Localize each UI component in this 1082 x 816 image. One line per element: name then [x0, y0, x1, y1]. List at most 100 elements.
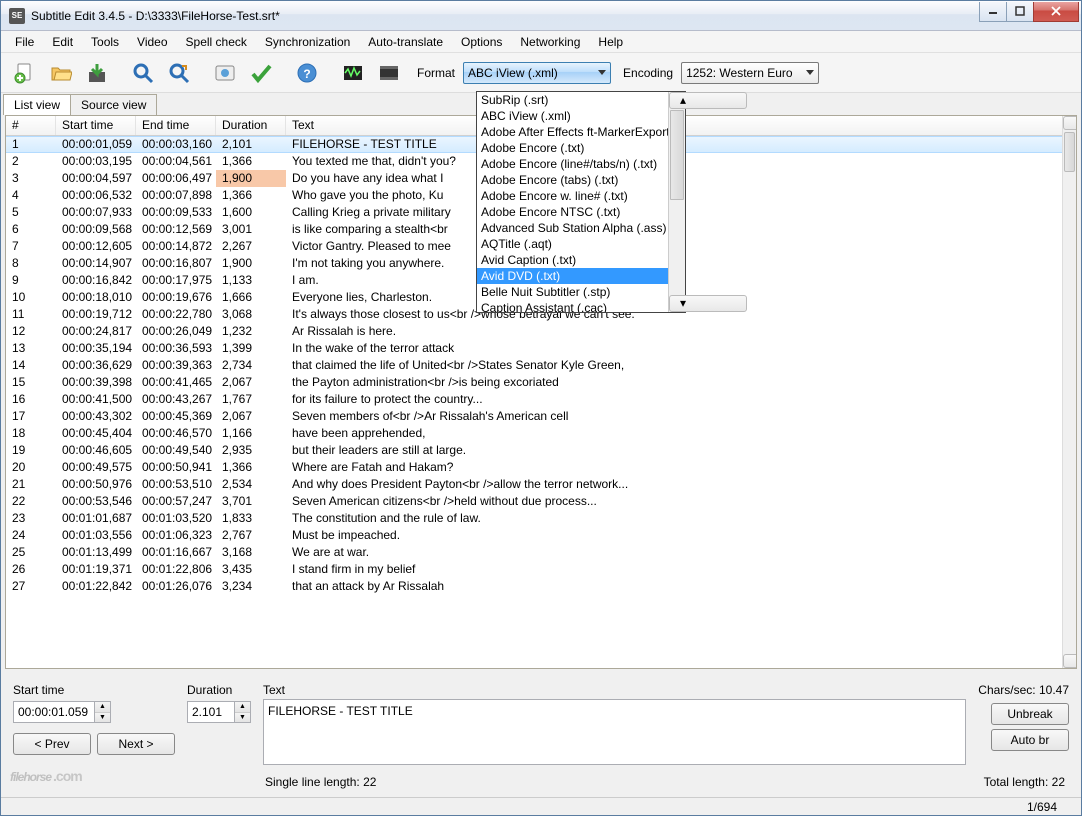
tab-list-view[interactable]: List view	[3, 94, 71, 115]
table-row[interactable]: 1600:00:41,50000:00:43,2671,767for its f…	[6, 391, 1062, 408]
format-option[interactable]: Adobe Encore NTSC (.txt)	[477, 204, 668, 220]
scroll-up-button[interactable]: ▴	[1063, 116, 1076, 130]
format-option[interactable]: Adobe After Effects ft-MarkerExporter (.	[477, 124, 668, 140]
table-row[interactable]: 2700:01:22,84200:01:26,0763,234that an a…	[6, 578, 1062, 595]
replace-button[interactable]	[163, 57, 195, 89]
format-option[interactable]: Adobe Encore (tabs) (.txt)	[477, 172, 668, 188]
window-title: Subtitle Edit 3.4.5 - D:\3333\FileHorse-…	[31, 9, 980, 23]
waveform-button[interactable]	[337, 57, 369, 89]
next-button[interactable]: Next >	[97, 733, 175, 755]
menu-tools[interactable]: Tools	[83, 33, 127, 51]
autobr-button[interactable]: Auto br	[991, 729, 1069, 751]
menu-spell-check[interactable]: Spell check	[178, 33, 255, 51]
format-option[interactable]: Caption Assistant (.cac)	[477, 300, 668, 312]
statusbar: 1/694	[1, 797, 1081, 815]
editor-panel: Start time ▲▼ < Prev Next > Duration ▲▼	[9, 677, 1073, 797]
encoding-label: Encoding	[623, 66, 673, 80]
maximize-button[interactable]	[1006, 2, 1034, 22]
menu-networking[interactable]: Networking	[512, 33, 588, 51]
page-indicator: 1/694	[1027, 800, 1057, 814]
prev-button[interactable]: < Prev	[13, 733, 91, 755]
table-row[interactable]: 2300:01:01,68700:01:03,5201,833The const…	[6, 510, 1062, 527]
chevron-down-icon	[806, 70, 814, 75]
duration-input[interactable]: ▲▼	[187, 701, 251, 723]
menu-file[interactable]: File	[7, 33, 42, 51]
dropdown-scroll-thumb[interactable]	[670, 110, 684, 200]
unbreak-button[interactable]: Unbreak	[991, 703, 1069, 725]
total-length: Total length: 22	[984, 775, 1065, 789]
table-row[interactable]: 1500:00:39,39800:00:41,4652,067the Payto…	[6, 374, 1062, 391]
table-row[interactable]: 1400:00:36,62900:00:39,3632,734that clai…	[6, 357, 1062, 374]
new-file-button[interactable]	[9, 57, 41, 89]
format-combo-value: ABC iView (.xml)	[468, 66, 594, 80]
format-option[interactable]: Adobe Encore (.txt)	[477, 140, 668, 156]
col-end[interactable]: End time	[136, 116, 216, 135]
menu-auto-translate[interactable]: Auto-translate	[360, 33, 451, 51]
start-time-field[interactable]	[13, 701, 95, 723]
scroll-down-button[interactable]: ▾	[1063, 654, 1076, 668]
dropdown-scroll-up[interactable]: ▴	[669, 92, 747, 109]
start-time-input[interactable]: ▲▼	[13, 701, 175, 723]
duration-spinner[interactable]: ▲▼	[235, 701, 251, 723]
grid-scrollbar[interactable]: ▴ ▾	[1062, 116, 1076, 668]
col-number[interactable]: #	[6, 116, 56, 135]
format-option[interactable]: Avid Caption (.txt)	[477, 252, 668, 268]
table-row[interactable]: 1700:00:43,30200:00:45,3692,067Seven mem…	[6, 408, 1062, 425]
start-time-label: Start time	[13, 683, 175, 697]
svg-text:?: ?	[303, 67, 310, 81]
minimize-button[interactable]	[979, 2, 1007, 22]
table-row[interactable]: 2400:01:03,55600:01:06,3232,767Must be i…	[6, 527, 1062, 544]
menu-edit[interactable]: Edit	[44, 33, 81, 51]
table-row[interactable]: 1800:00:45,40400:00:46,5701,166have been…	[6, 425, 1062, 442]
table-row[interactable]: 2600:01:19,37100:01:22,8063,435I stand f…	[6, 561, 1062, 578]
visual-sync-button[interactable]	[209, 57, 241, 89]
text-label: Text	[263, 683, 966, 697]
encoding-combo[interactable]: 1252: Western Euro	[681, 62, 819, 84]
format-option[interactable]: SubRip (.srt)	[477, 92, 668, 108]
start-time-spinner[interactable]: ▲▼	[95, 701, 111, 723]
dropdown-scrollbar[interactable]: ▴ ▾	[668, 92, 685, 312]
col-start[interactable]: Start time	[56, 116, 136, 135]
dropdown-scroll-down[interactable]: ▾	[669, 295, 747, 312]
format-label: Format	[417, 66, 455, 80]
spellcheck-button[interactable]	[245, 57, 277, 89]
table-row[interactable]: 1300:00:35,19400:00:36,5931,399In the wa…	[6, 340, 1062, 357]
chars-per-sec: Chars/sec: 10.47	[978, 683, 1069, 697]
menu-synchronization[interactable]: Synchronization	[257, 33, 358, 51]
col-duration[interactable]: Duration	[216, 116, 286, 135]
save-button[interactable]	[81, 57, 113, 89]
tab-source-view[interactable]: Source view	[70, 94, 157, 115]
table-row[interactable]: 1200:00:24,81700:00:26,0491,232Ar Rissal…	[6, 323, 1062, 340]
video-button[interactable]	[373, 57, 405, 89]
table-row[interactable]: 1900:00:46,60500:00:49,5402,935but their…	[6, 442, 1062, 459]
format-dropdown[interactable]: SubRip (.srt)ABC iView (.xml)Adobe After…	[476, 91, 686, 313]
scroll-thumb[interactable]	[1064, 132, 1075, 172]
toolbar: ? Format ABC iView (.xml) Encoding 1252:…	[1, 53, 1081, 93]
titlebar: SE Subtitle Edit 3.4.5 - D:\3333\FileHor…	[1, 1, 1081, 31]
format-option[interactable]: Adobe Encore (line#/tabs/n) (.txt)	[477, 156, 668, 172]
format-option[interactable]: ABC iView (.xml)	[477, 108, 668, 124]
menubar: FileEditToolsVideoSpell checkSynchroniza…	[1, 31, 1081, 53]
format-option[interactable]: Adobe Encore w. line# (.txt)	[477, 188, 668, 204]
table-row[interactable]: 2200:00:53,54600:00:57,2473,701Seven Ame…	[6, 493, 1062, 510]
menu-video[interactable]: Video	[129, 33, 175, 51]
format-option[interactable]: Belle Nuit Subtitler (.stp)	[477, 284, 668, 300]
duration-field[interactable]	[187, 701, 235, 723]
help-button[interactable]: ?	[291, 57, 323, 89]
close-button[interactable]	[1033, 2, 1079, 22]
format-option[interactable]: Advanced Sub Station Alpha (.ass)	[477, 220, 668, 236]
table-row[interactable]: 2100:00:50,97600:00:53,5102,534And why d…	[6, 476, 1062, 493]
table-row[interactable]: 2500:01:13,49900:01:16,6673,168We are at…	[6, 544, 1062, 561]
find-button[interactable]	[127, 57, 159, 89]
duration-label: Duration	[187, 683, 251, 697]
format-option[interactable]: AQTitle (.aqt)	[477, 236, 668, 252]
format-option[interactable]: Avid DVD (.txt)	[477, 268, 668, 284]
open-file-button[interactable]	[45, 57, 77, 89]
app-icon: SE	[9, 8, 25, 24]
menu-options[interactable]: Options	[453, 33, 510, 51]
menu-help[interactable]: Help	[590, 33, 631, 51]
single-line-length: Single line length: 22	[265, 775, 376, 789]
table-row[interactable]: 2000:00:49,57500:00:50,9411,366Where are…	[6, 459, 1062, 476]
format-combo[interactable]: ABC iView (.xml)	[463, 62, 611, 84]
text-input[interactable]: FILEHORSE - TEST TITLE	[263, 699, 966, 765]
